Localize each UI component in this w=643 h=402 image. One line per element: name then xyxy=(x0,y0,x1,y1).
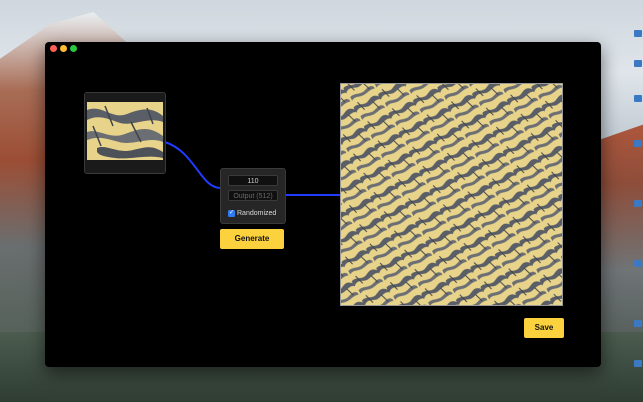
output-texture-frame xyxy=(340,83,563,306)
input-texture-thumbnail xyxy=(87,102,163,160)
app-window: 110 Output (512) ✓ Randomized Generate S… xyxy=(45,42,601,367)
minimize-window-button[interactable] xyxy=(60,45,67,52)
desktop-folder-icon[interactable] xyxy=(634,140,642,147)
generate-button[interactable]: Generate xyxy=(220,229,284,249)
output-texture-image xyxy=(341,84,562,305)
input-sample-node[interactable] xyxy=(84,92,166,174)
zoom-window-button[interactable] xyxy=(70,45,77,52)
output-size-input[interactable]: Output (512) xyxy=(228,190,278,201)
desktop-icons-strip xyxy=(631,0,643,402)
randomized-checkbox[interactable]: ✓ xyxy=(228,209,235,217)
input-to-controls-link xyxy=(164,141,221,189)
desktop-folder-icon[interactable] xyxy=(634,360,642,367)
checkmark-icon: ✓ xyxy=(228,209,235,216)
desktop-folder-icon[interactable] xyxy=(634,260,642,267)
close-window-button[interactable] xyxy=(50,45,57,52)
desktop-folder-icon[interactable] xyxy=(634,30,642,37)
desktop-folder-icon[interactable] xyxy=(634,95,642,102)
randomized-checkbox-row[interactable]: ✓ Randomized xyxy=(228,208,276,218)
generator-controls-node: 110 Output (512) ✓ Randomized xyxy=(220,168,286,224)
desktop-folder-icon[interactable] xyxy=(634,200,642,207)
save-button[interactable]: Save xyxy=(524,318,564,338)
desktop-folder-icon[interactable] xyxy=(634,320,642,327)
randomized-label: Randomized xyxy=(237,209,277,217)
desktop-folder-icon[interactable] xyxy=(634,60,642,67)
seed-input[interactable]: 110 xyxy=(228,175,278,186)
